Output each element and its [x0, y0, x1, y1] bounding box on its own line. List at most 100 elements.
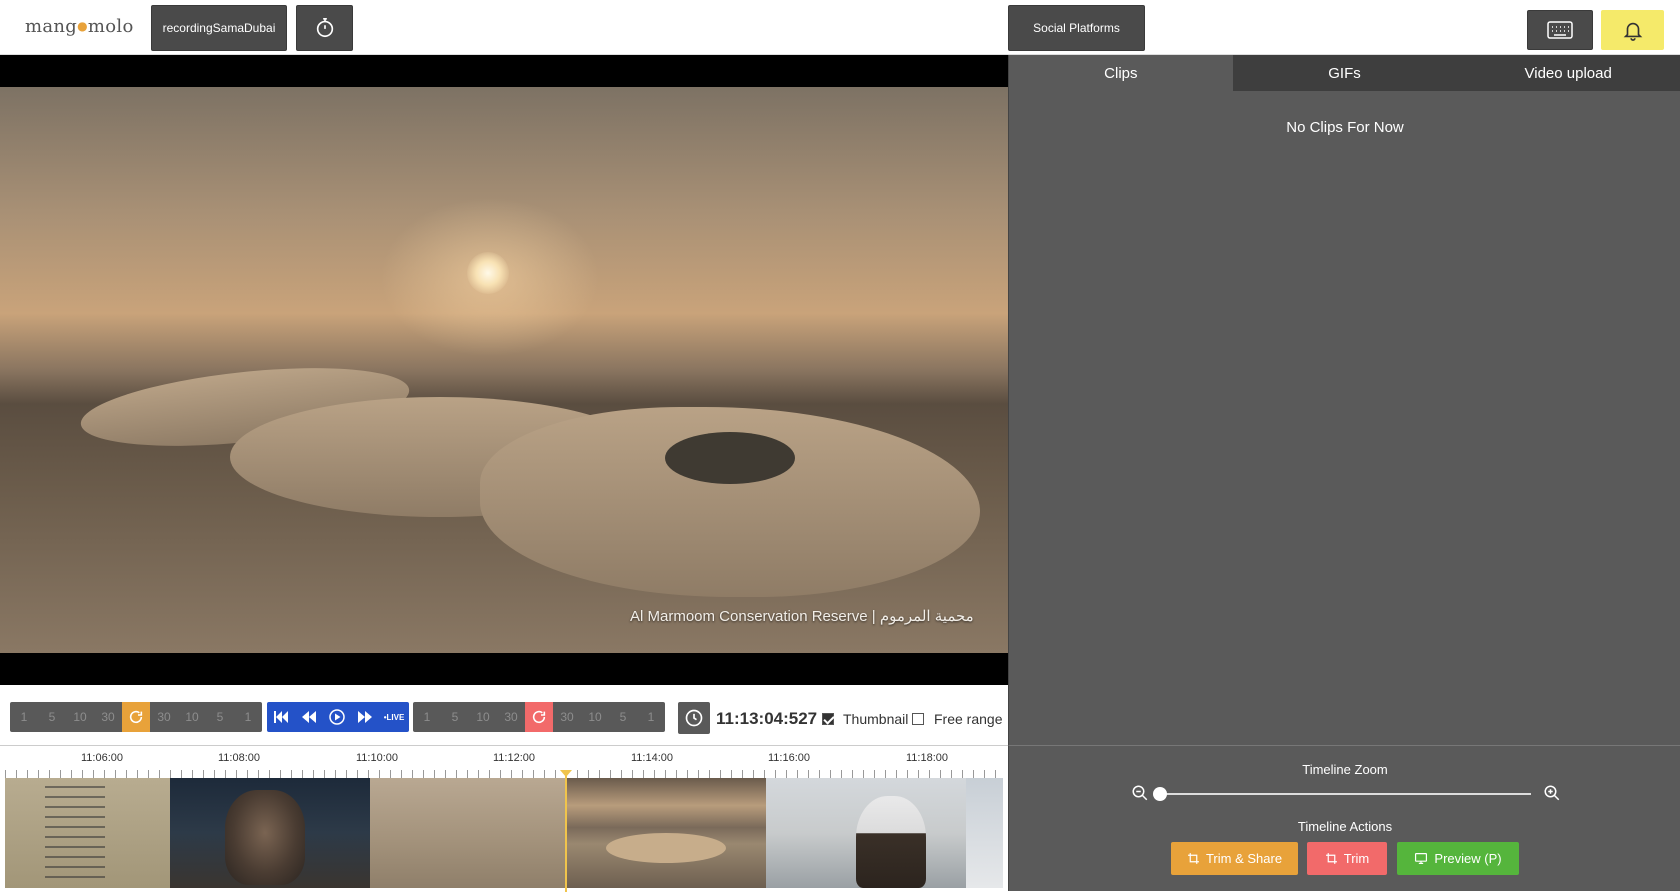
end-fwd-1-button[interactable]: 1 — [637, 702, 665, 732]
preview-label: Preview (P) — [1434, 851, 1502, 866]
start-fwd-5-button[interactable]: 5 — [206, 702, 234, 732]
end-fwd-10-button[interactable]: 10 — [581, 702, 609, 732]
start-back-5-button[interactable]: 5 — [38, 702, 66, 732]
timeline-thumbnail — [370, 778, 566, 888]
tab-video-upload[interactable]: Video upload — [1456, 55, 1680, 91]
timeline-tick: 11:14:00 — [630, 752, 674, 764]
trim-label: Trim — [1343, 851, 1370, 866]
timeline-tick: 11:06:00 — [80, 752, 124, 764]
free-range-checkbox[interactable] — [912, 713, 924, 725]
jump-to-time-button[interactable] — [678, 702, 710, 734]
fast-forward-icon — [358, 711, 372, 723]
refresh-icon — [532, 710, 546, 724]
rewind-icon — [302, 711, 316, 723]
timeline-playhead[interactable] — [560, 770, 572, 892]
notifications-button[interactable] — [1601, 10, 1664, 50]
go-live-button[interactable]: •LIVE — [379, 702, 409, 732]
start-fwd-10-button[interactable]: 10 — [178, 702, 206, 732]
fast-forward-button[interactable] — [351, 702, 379, 732]
zoom-slider-track[interactable] — [1161, 793, 1531, 795]
stopwatch-icon — [316, 18, 333, 38]
timeline-zoom-title: Timeline Zoom — [1302, 762, 1388, 777]
bell-icon — [1623, 22, 1642, 41]
logo: mang●molo — [25, 16, 134, 37]
start-back-30-button[interactable]: 30 — [94, 702, 122, 732]
zoom-out-icon[interactable] — [1131, 784, 1149, 802]
logo-text-start: mang — [25, 16, 78, 37]
keyboard-shortcuts-button[interactable] — [1527, 10, 1593, 50]
trim-and-share-button[interactable]: Trim & Share — [1171, 842, 1298, 875]
end-back-5-button[interactable]: 5 — [441, 702, 469, 732]
zoom-control — [1131, 784, 1561, 804]
zoom-in-icon[interactable] — [1543, 784, 1561, 802]
timeline-tick: 11:16:00 — [767, 752, 811, 764]
recording-button[interactable]: recordingSamaDubai — [151, 5, 287, 51]
timeline-thumbnail — [566, 778, 766, 888]
empty-clips-message: No Clips For Now — [1286, 119, 1404, 136]
free-range-label: Free range — [934, 711, 1003, 727]
set-end-button[interactable] — [525, 702, 553, 732]
clips-panel: Clips GIFs Video upload No Clips For Now — [1008, 55, 1680, 745]
set-start-button[interactable] — [122, 702, 150, 732]
end-mark-group: 1 5 10 30 30 10 5 1 — [413, 702, 665, 732]
monitor-icon — [1415, 853, 1428, 864]
tab-gifs[interactable]: GIFs — [1232, 55, 1457, 91]
trim-button[interactable]: Trim — [1307, 842, 1387, 875]
lake-graphic — [606, 833, 726, 863]
keyboard-icon — [1547, 21, 1573, 39]
refresh-icon — [129, 710, 143, 724]
logo-mark-icon: ● — [77, 19, 88, 33]
zoom-slider-handle[interactable] — [1153, 787, 1167, 801]
logo-text-end: molo — [87, 16, 134, 37]
start-back-10-button[interactable]: 10 — [66, 702, 94, 732]
crop-icon — [1325, 853, 1337, 864]
start-fwd-1-button[interactable]: 1 — [234, 702, 262, 732]
preview-button[interactable]: Preview (P) — [1397, 842, 1519, 875]
speaker-graphic — [856, 796, 926, 888]
current-timecode: 11:13:04:527 — [716, 709, 818, 728]
end-fwd-5-button[interactable]: 5 — [609, 702, 637, 732]
social-platforms-label: Social Platforms — [1033, 21, 1120, 35]
thumbnail-label: Thumbnail — [843, 711, 909, 727]
timeline-actions-title: Timeline Actions — [1297, 819, 1393, 834]
timeline-thumbnail — [966, 778, 1003, 888]
start-back-1-button[interactable]: 1 — [10, 702, 38, 732]
skip-start-button[interactable] — [267, 702, 295, 732]
end-back-1-button[interactable]: 1 — [413, 702, 441, 732]
timeline-tick: 11:08:00 — [217, 752, 261, 764]
rewind-button[interactable] — [295, 702, 323, 732]
timeline[interactable]: 11:06:00 11:08:00 11:10:00 11:12:00 11:1… — [0, 745, 1008, 892]
video-player[interactable]: Al Marmoom Conservation Reserve | محمية … — [0, 55, 1008, 685]
recording-label: recordingSamaDubai — [162, 21, 276, 35]
trim-and-share-label: Trim & Share — [1205, 851, 1283, 866]
island — [665, 432, 795, 484]
start-fwd-30-button[interactable]: 30 — [150, 702, 178, 732]
start-mark-group: 1 5 10 30 30 10 5 1 — [10, 702, 262, 732]
social-platforms-button[interactable]: Social Platforms — [1008, 5, 1145, 51]
credits-text-graphic — [45, 786, 105, 881]
transport-group: •LIVE — [267, 702, 409, 732]
video-frame: Al Marmoom Conservation Reserve | محمية … — [0, 87, 1008, 653]
tab-clips[interactable]: Clips — [1009, 55, 1233, 91]
timeline-thumbnails — [5, 778, 1003, 888]
end-fwd-30-button[interactable]: 30 — [553, 702, 581, 732]
portrait-graphic — [225, 790, 305, 885]
crop-icon — [1188, 853, 1199, 864]
video-caption: Al Marmoom Conservation Reserve | محمية … — [630, 608, 974, 625]
thumbnail-checkbox[interactable] — [822, 713, 834, 725]
top-bar: mang●molo recordingSamaDubai Social Plat… — [0, 0, 1680, 55]
timer-button[interactable] — [296, 5, 353, 51]
timeline-thumbnail — [766, 778, 966, 888]
timeline-ruler — [5, 770, 1003, 778]
end-back-10-button[interactable]: 10 — [469, 702, 497, 732]
panel-tabs: Clips GIFs Video upload — [1009, 55, 1680, 91]
playback-controls: 1 5 10 30 30 10 5 1 •LIVE 1 5 10 30 30 1… — [0, 685, 1008, 745]
play-button[interactable] — [323, 702, 351, 732]
end-back-30-button[interactable]: 30 — [497, 702, 525, 732]
timeline-tools-panel: Timeline Zoom Timeline Actions Trim & Sh… — [1008, 745, 1680, 891]
play-circle-icon — [329, 709, 345, 725]
timeline-thumbnail — [170, 778, 370, 888]
clock-icon — [685, 709, 703, 727]
skip-back-icon — [274, 711, 288, 723]
sun — [467, 252, 509, 294]
